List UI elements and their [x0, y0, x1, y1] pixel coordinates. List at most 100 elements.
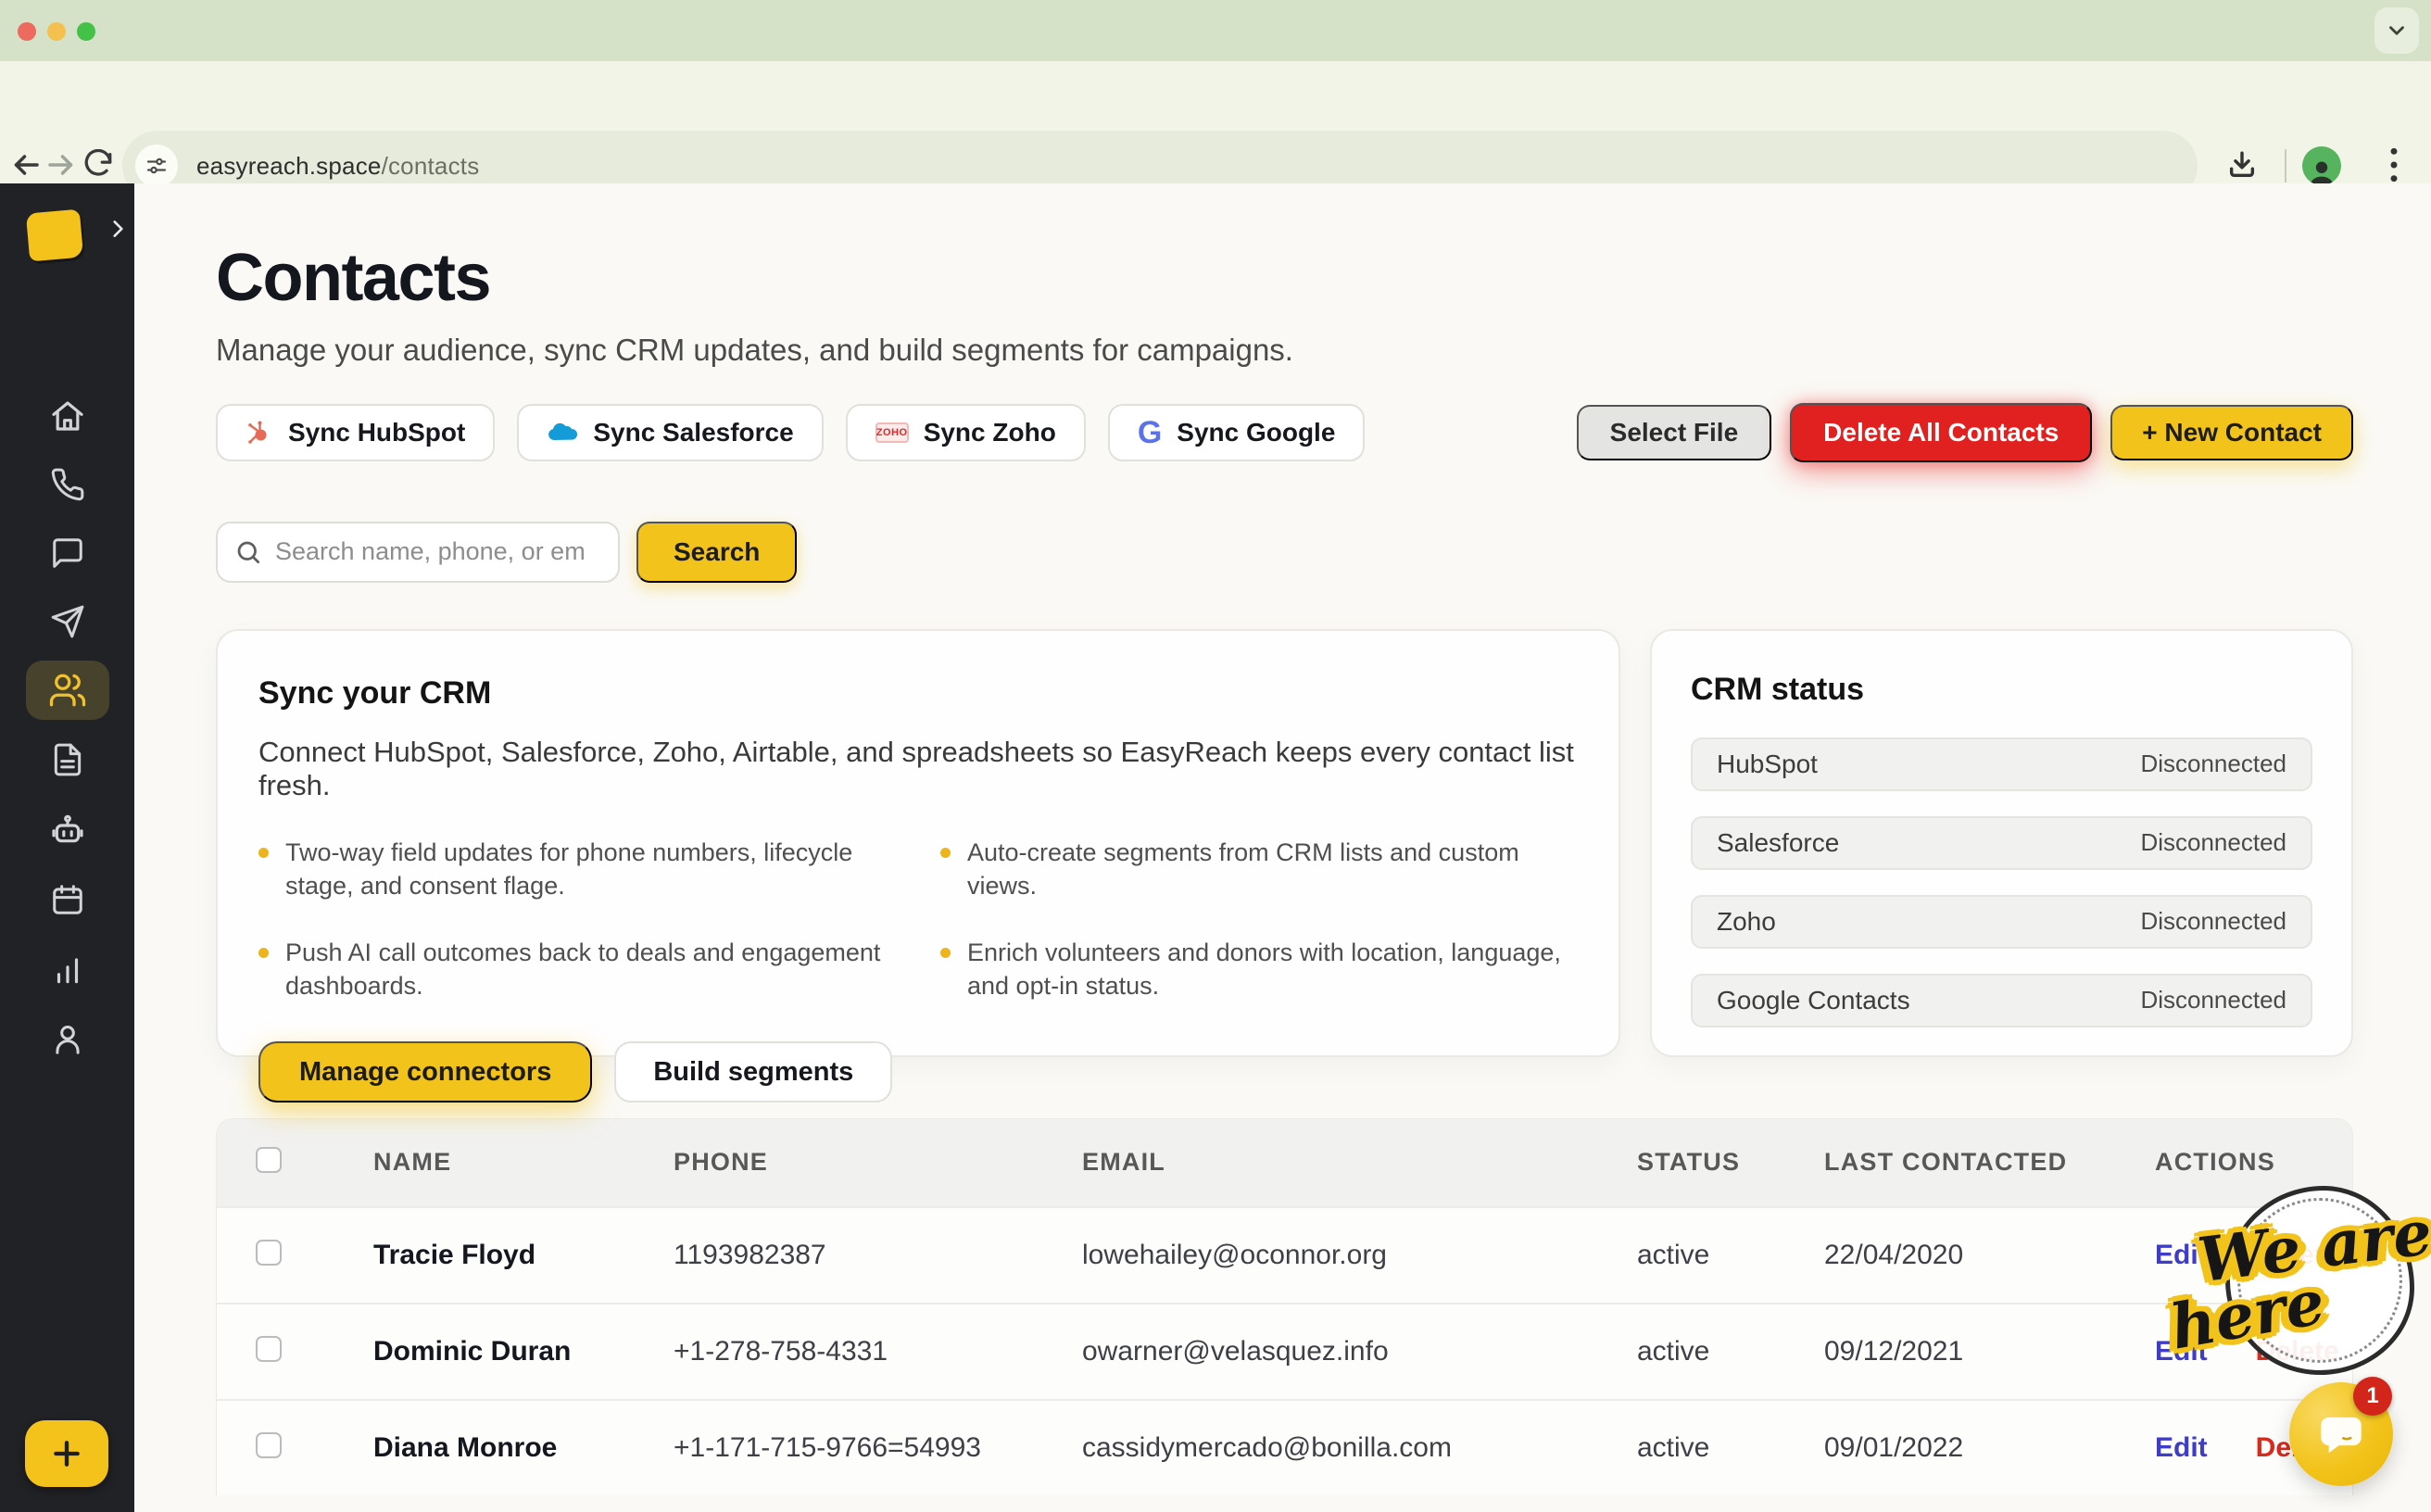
sync-hubspot-button[interactable]: Sync HubSpot	[216, 404, 495, 461]
chat-icon	[50, 536, 85, 571]
contact-name: Dominic Duran	[373, 1336, 674, 1367]
crm-name: Google Contacts	[1717, 986, 1910, 1015]
sync-crm-bullets: Two-way field updates for phone numbers,…	[258, 836, 1578, 1003]
sidebar-item-analytics[interactable]	[26, 940, 109, 1000]
toolbar-divider	[2285, 149, 2286, 183]
bullet-text: Push AI call outcomes back to deals and …	[285, 936, 896, 1002]
sync-google-label: Sync Google	[1177, 418, 1335, 447]
contact-last-contacted: 09/01/2022	[1824, 1432, 2155, 1464]
minimize-window-button[interactable]	[47, 22, 66, 41]
edit-link[interactable]: Edit	[2155, 1432, 2208, 1464]
sync-google-button[interactable]: G Sync Google	[1108, 404, 1366, 461]
sync-zoho-button[interactable]: ZOHO Sync Zoho	[846, 404, 1086, 461]
bullet-text: Enrich volunteers and donors with locati…	[967, 936, 1578, 1002]
maximize-window-button[interactable]	[77, 22, 95, 41]
column-header-status: STATUS	[1637, 1148, 1824, 1177]
crm-status-title: CRM status	[1691, 672, 2312, 708]
sidebar-item-messages[interactable]	[26, 523, 109, 583]
contact-status: active	[1637, 1432, 1824, 1464]
search-input[interactable]	[275, 537, 601, 566]
new-contact-button[interactable]: + New Contact	[2110, 405, 2353, 460]
notification-badge: 1	[2353, 1377, 2392, 1416]
crm-status-rows: HubSpot Disconnected Salesforce Disconne…	[1691, 737, 2312, 1027]
bullet-item: Push AI call outcomes back to deals and …	[258, 936, 896, 1002]
contact-name: Tracie Floyd	[373, 1240, 674, 1271]
sidebar-item-home[interactable]	[26, 386, 109, 446]
browser-window: easyreach.space/contacts	[0, 0, 2431, 1512]
row-checkbox[interactable]	[256, 1336, 282, 1362]
sidebar	[0, 183, 134, 1512]
table-row: Diana Monroe +1-171-715-9766=54993 cassi…	[217, 1399, 2352, 1495]
crm-status-row-salesforce: Salesforce Disconnected	[1691, 816, 2312, 870]
url-text: easyreach.space/contacts	[196, 152, 479, 181]
sidebar-expand-button[interactable]	[106, 217, 130, 241]
bullet-item: Two-way field updates for phone numbers,…	[258, 836, 896, 902]
sidebar-item-profile[interactable]	[26, 1010, 109, 1069]
site-settings-icon[interactable]	[135, 145, 178, 187]
sidebar-add-button[interactable]	[25, 1420, 108, 1487]
actions-row: Sync HubSpot Sync Salesforce ZOHO Sync Z…	[216, 403, 2353, 462]
kebab-menu-icon	[2388, 146, 2400, 183]
status-badge: Disconnected	[2140, 750, 2286, 778]
delete-all-contacts-button[interactable]: Delete All Contacts	[1790, 403, 2092, 462]
row-checkbox[interactable]	[256, 1432, 282, 1458]
select-file-button[interactable]: Select File	[1577, 405, 1772, 460]
bullet-text: Auto-create segments from CRM lists and …	[967, 836, 1578, 902]
sync-crm-card: Sync your CRM Connect HubSpot, Salesforc…	[216, 629, 1620, 1057]
window-chevron-button[interactable]	[2374, 7, 2419, 54]
contact-phone: +1-278-758-4331	[674, 1336, 1082, 1367]
zoho-icon: ZOHO	[875, 422, 909, 443]
sidebar-item-calls[interactable]	[26, 455, 109, 514]
sidebar-item-documents[interactable]	[26, 730, 109, 789]
document-icon	[50, 742, 85, 777]
edit-link[interactable]: Edit	[2155, 1336, 2208, 1367]
page-subtitle: Manage your audience, sync CRM updates, …	[216, 333, 2353, 368]
crm-status-row-google: Google Contacts Disconnected	[1691, 974, 2312, 1027]
contact-email: lowehailey@oconnor.org	[1082, 1240, 1637, 1271]
search-box	[216, 522, 620, 583]
search-button[interactable]: Search	[636, 522, 797, 583]
column-header-name: NAME	[373, 1148, 674, 1177]
bullet-item: Enrich volunteers and donors with locati…	[940, 936, 1578, 1002]
build-segments-button[interactable]: Build segments	[614, 1041, 892, 1102]
hubspot-icon	[246, 419, 273, 447]
status-badge: Disconnected	[2140, 907, 2286, 936]
sidebar-item-contacts[interactable]	[26, 661, 109, 720]
contact-email: cassidymercado@bonilla.com	[1082, 1432, 1637, 1464]
sidebar-item-bot[interactable]	[26, 800, 109, 860]
status-badge: Disconnected	[2140, 828, 2286, 857]
sidebar-item-campaigns[interactable]	[26, 592, 109, 651]
contact-phone: +1-171-715-9766=54993	[674, 1432, 1082, 1464]
contact-status: active	[1637, 1240, 1824, 1271]
phone-icon	[50, 467, 85, 502]
url-domain: easyreach.space	[196, 152, 382, 180]
close-window-button[interactable]	[18, 22, 36, 41]
manage-connectors-button[interactable]: Manage connectors	[258, 1041, 592, 1102]
delete-link[interactable]: Delete	[2256, 1336, 2339, 1367]
salesforce-icon	[547, 421, 578, 445]
crm-name: HubSpot	[1717, 750, 1818, 779]
calendar-icon	[50, 882, 85, 917]
cards-row: Sync your CRM Connect HubSpot, Salesforc…	[216, 629, 2353, 1057]
bullet-item: Auto-create segments from CRM lists and …	[940, 836, 1578, 902]
search-icon	[234, 538, 262, 566]
users-icon	[48, 671, 87, 710]
main-content: Contacts Manage your audience, sync CRM …	[134, 183, 2431, 1512]
contacts-table: NAME PHONE EMAIL STATUS LAST CONTACTED A…	[216, 1118, 2353, 1495]
app-logo[interactable]	[26, 209, 83, 262]
select-all-checkbox[interactable]	[256, 1147, 282, 1173]
profile-avatar[interactable]	[2302, 146, 2341, 185]
app-area: Contacts Manage your audience, sync CRM …	[0, 183, 2431, 1512]
reload-icon	[82, 149, 114, 181]
table-row: Tracie Floyd 1193982387 lowehailey@oconn…	[217, 1206, 2352, 1303]
bar-chart-icon	[50, 952, 85, 988]
bullet-dot-icon	[940, 948, 951, 958]
plus-icon	[48, 1435, 85, 1472]
sidebar-item-calendar[interactable]	[26, 870, 109, 929]
row-checkbox[interactable]	[256, 1240, 282, 1266]
edit-link[interactable]: Edit	[2155, 1240, 2208, 1271]
sync-salesforce-button[interactable]: Sync Salesforce	[517, 404, 823, 461]
table-header-row: NAME PHONE EMAIL STATUS LAST CONTACTED A…	[217, 1119, 2352, 1206]
bullet-dot-icon	[940, 848, 951, 858]
delete-link[interactable]: Delete	[2256, 1240, 2339, 1271]
